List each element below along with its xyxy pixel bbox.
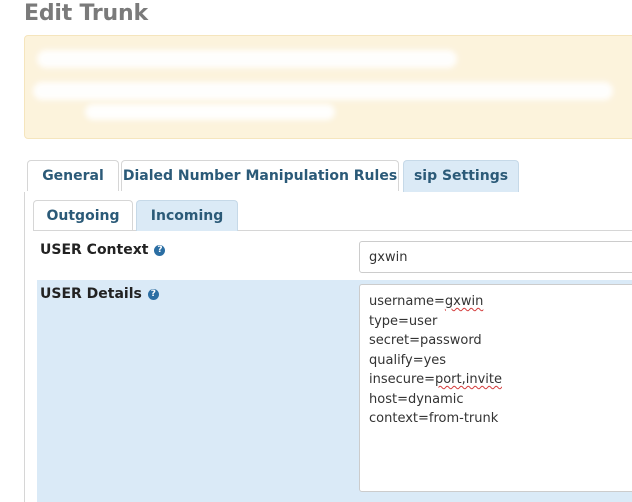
redacted-text: [33, 82, 613, 100]
details-line: host=dynamic: [369, 391, 464, 407]
tab-general[interactable]: General: [27, 160, 119, 191]
question-circle-icon[interactable]: ?: [154, 244, 166, 256]
details-line: insecure=port,invite: [369, 372, 502, 387]
details-line: secret=password: [369, 333, 482, 348]
tab-dialed-number-manipulation-rules[interactable]: Dialed Number Manipulation Rules: [121, 160, 399, 191]
subtab-outgoing[interactable]: Outgoing: [33, 200, 133, 230]
redacted-text: [37, 50, 457, 68]
redacted-notice-box: [24, 35, 632, 139]
trunk-tabs: General Dialed Number Manipulation Rules…: [24, 160, 632, 193]
details-line: context=from-trunk: [369, 411, 499, 426]
user-details-row: USER Details ? username=gxwin type=user …: [37, 280, 632, 502]
subtab-incoming[interactable]: Incoming: [136, 200, 238, 231]
page-title: Edit Trunk: [24, 1, 148, 26]
user-context-label: USER Context ?: [40, 242, 166, 258]
tab-sip-settings[interactable]: sip Settings: [403, 160, 519, 193]
redacted-text: [85, 104, 335, 120]
details-line: type=user: [369, 313, 438, 329]
sip-settings-panel: Outgoing Incoming USER Context ? USER De…: [24, 192, 632, 502]
user-details-label-text: USER Details: [40, 286, 142, 302]
user-context-label-text: USER Context: [40, 242, 149, 258]
details-line: qualify=yes: [369, 352, 447, 368]
question-circle-icon[interactable]: ?: [147, 288, 159, 300]
user-context-input[interactable]: [359, 241, 632, 273]
details-line: username=gxwin: [369, 294, 484, 309]
user-details-label: USER Details ?: [40, 286, 159, 302]
direction-subtabs: Outgoing Incoming: [33, 200, 632, 231]
user-details-textarea[interactable]: username=gxwin type=user secret=password…: [359, 284, 632, 492]
